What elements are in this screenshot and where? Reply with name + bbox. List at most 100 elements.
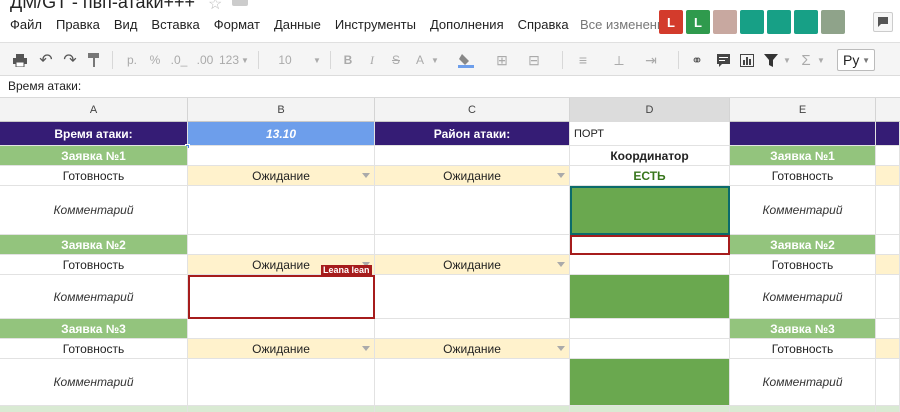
cell-d10[interactable] bbox=[570, 359, 730, 406]
wolf-icon[interactable] bbox=[794, 10, 818, 34]
cell-f10[interactable] bbox=[876, 359, 900, 406]
folder-icon[interactable] bbox=[232, 0, 248, 6]
cell-c7[interactable] bbox=[375, 275, 570, 319]
column-header-a[interactable]: A bbox=[0, 98, 188, 122]
cell-e1[interactable] bbox=[730, 122, 876, 146]
cell-d7[interactable] bbox=[570, 275, 730, 319]
font-size-select[interactable]: 10 bbox=[274, 50, 296, 70]
undo-icon[interactable]: ↶ bbox=[36, 50, 56, 70]
chevron-down-icon[interactable]: ▼ bbox=[312, 50, 322, 70]
cell-f7[interactable] bbox=[876, 275, 900, 319]
cell-d5[interactable] bbox=[570, 235, 730, 255]
dropdown-arrow-icon[interactable] bbox=[362, 345, 370, 351]
menu-format[interactable]: Формат bbox=[214, 17, 260, 32]
menu-edit[interactable]: Правка bbox=[56, 17, 100, 32]
cell-a8[interactable]: Заявка №3 bbox=[0, 319, 188, 339]
formula-bar-content[interactable]: Время атаки: bbox=[8, 79, 81, 93]
cell-f6[interactable] bbox=[876, 255, 900, 275]
collaborator-avatar[interactable]: L bbox=[659, 10, 683, 34]
cell-e11[interactable] bbox=[730, 406, 876, 412]
cell-c2[interactable] bbox=[375, 146, 570, 166]
cell-a5[interactable]: Заявка №2 bbox=[0, 235, 188, 255]
dropdown-arrow-icon[interactable] bbox=[362, 172, 370, 178]
chevron-down-icon[interactable]: ▼ bbox=[816, 50, 826, 70]
cell-b9[interactable]: Ожидание bbox=[188, 339, 375, 359]
cell-a11[interactable] bbox=[0, 406, 188, 412]
menu-help[interactable]: Справка bbox=[518, 17, 569, 32]
percent-format-button[interactable]: % bbox=[146, 50, 164, 70]
dropdown-arrow-icon[interactable] bbox=[557, 345, 565, 351]
menu-insert[interactable]: Вставка bbox=[151, 17, 199, 32]
bold-button[interactable]: B bbox=[340, 50, 356, 70]
cell-c9[interactable]: Ожидание bbox=[375, 339, 570, 359]
cell-c3[interactable]: Ожидание bbox=[375, 166, 570, 186]
cell-a9[interactable]: Готовность bbox=[0, 339, 188, 359]
column-header-d[interactable]: D bbox=[570, 98, 730, 122]
collaborator-avatar[interactable]: L bbox=[686, 10, 710, 34]
align-horizontal-icon[interactable]: ≡ bbox=[574, 50, 592, 70]
cell-b11[interactable] bbox=[188, 406, 375, 412]
cell-f11[interactable] bbox=[876, 406, 900, 412]
cell-e6[interactable]: Готовность bbox=[730, 255, 876, 275]
cell-b3[interactable]: Ожидание bbox=[188, 166, 375, 186]
dropdown-arrow-icon[interactable] bbox=[557, 261, 565, 267]
filter-icon[interactable] bbox=[762, 50, 780, 70]
cell-e5[interactable]: Заявка №2 bbox=[730, 235, 876, 255]
cell-d6[interactable] bbox=[570, 255, 730, 275]
strikethrough-button[interactable]: S bbox=[388, 50, 404, 70]
paint-format-icon[interactable] bbox=[84, 50, 104, 70]
cell-c11[interactable] bbox=[375, 406, 570, 412]
cell-b7[interactable] bbox=[188, 275, 375, 319]
insert-chart-icon[interactable] bbox=[738, 50, 756, 70]
italic-button[interactable]: I bbox=[364, 50, 380, 70]
cell-f2[interactable] bbox=[876, 146, 900, 166]
cell-d11[interactable] bbox=[570, 406, 730, 412]
cell-a6[interactable]: Готовность bbox=[0, 255, 188, 275]
menu-data[interactable]: Данные bbox=[274, 17, 321, 32]
cell-d9[interactable] bbox=[570, 339, 730, 359]
cell-c4[interactable] bbox=[375, 186, 570, 235]
bird-icon[interactable] bbox=[740, 10, 764, 34]
text-wrap-icon[interactable]: ⇥ bbox=[640, 50, 662, 70]
cell-b10[interactable] bbox=[188, 359, 375, 406]
menu-file[interactable]: Файл bbox=[10, 17, 42, 32]
cell-d8[interactable] bbox=[570, 319, 730, 339]
avatar-photo[interactable] bbox=[713, 10, 737, 34]
cell-c10[interactable] bbox=[375, 359, 570, 406]
cell-a3[interactable]: Готовность bbox=[0, 166, 188, 186]
cell-f8[interactable] bbox=[876, 319, 900, 339]
cell-c8[interactable] bbox=[375, 319, 570, 339]
save-status[interactable]: Все изменени bbox=[580, 17, 664, 32]
cell-d3[interactable]: ЕСТЬ bbox=[570, 166, 730, 186]
cell-b8[interactable] bbox=[188, 319, 375, 339]
menu-tools[interactable]: Инструменты bbox=[335, 17, 416, 32]
star-icon[interactable]: ☆ bbox=[208, 0, 222, 14]
redo-icon[interactable]: ↷ bbox=[60, 50, 80, 70]
cell-c6[interactable]: Ожидание bbox=[375, 255, 570, 275]
cell-d2[interactable]: Координатор bbox=[570, 146, 730, 166]
chevron-down-icon[interactable]: ▼ bbox=[782, 50, 792, 70]
cell-f5[interactable] bbox=[876, 235, 900, 255]
align-vertical-icon[interactable]: ⟂ bbox=[610, 50, 628, 70]
cell-c5[interactable] bbox=[375, 235, 570, 255]
fill-color-icon[interactable] bbox=[456, 50, 476, 70]
cell-b5[interactable] bbox=[188, 235, 375, 255]
text-color-button[interactable]: A bbox=[412, 50, 428, 70]
column-header-b[interactable]: B bbox=[188, 98, 375, 122]
cell-a4[interactable]: Комментарий bbox=[0, 186, 188, 235]
decrease-decimal-button[interactable]: .0_ bbox=[168, 50, 190, 70]
formula-bar[interactable]: Время атаки: bbox=[0, 76, 900, 98]
cell-b1[interactable]: 13.10 bbox=[188, 122, 375, 146]
column-header-c[interactable]: C bbox=[375, 98, 570, 122]
menu-addons[interactable]: Дополнения bbox=[430, 17, 504, 32]
cell-a2[interactable]: Заявка №1 bbox=[0, 146, 188, 166]
insert-comment-icon[interactable] bbox=[714, 50, 732, 70]
cell-a1[interactable]: Время атаки: bbox=[0, 122, 188, 146]
currency-format-button[interactable]: р. bbox=[122, 50, 142, 70]
cell-e10[interactable]: Комментарий bbox=[730, 359, 876, 406]
cell-e4[interactable]: Комментарий bbox=[730, 186, 876, 235]
cell-f3[interactable] bbox=[876, 166, 900, 186]
cell-f4[interactable] bbox=[876, 186, 900, 235]
cell-e7[interactable]: Комментарий bbox=[730, 275, 876, 319]
cell-a10[interactable]: Комментарий bbox=[0, 359, 188, 406]
